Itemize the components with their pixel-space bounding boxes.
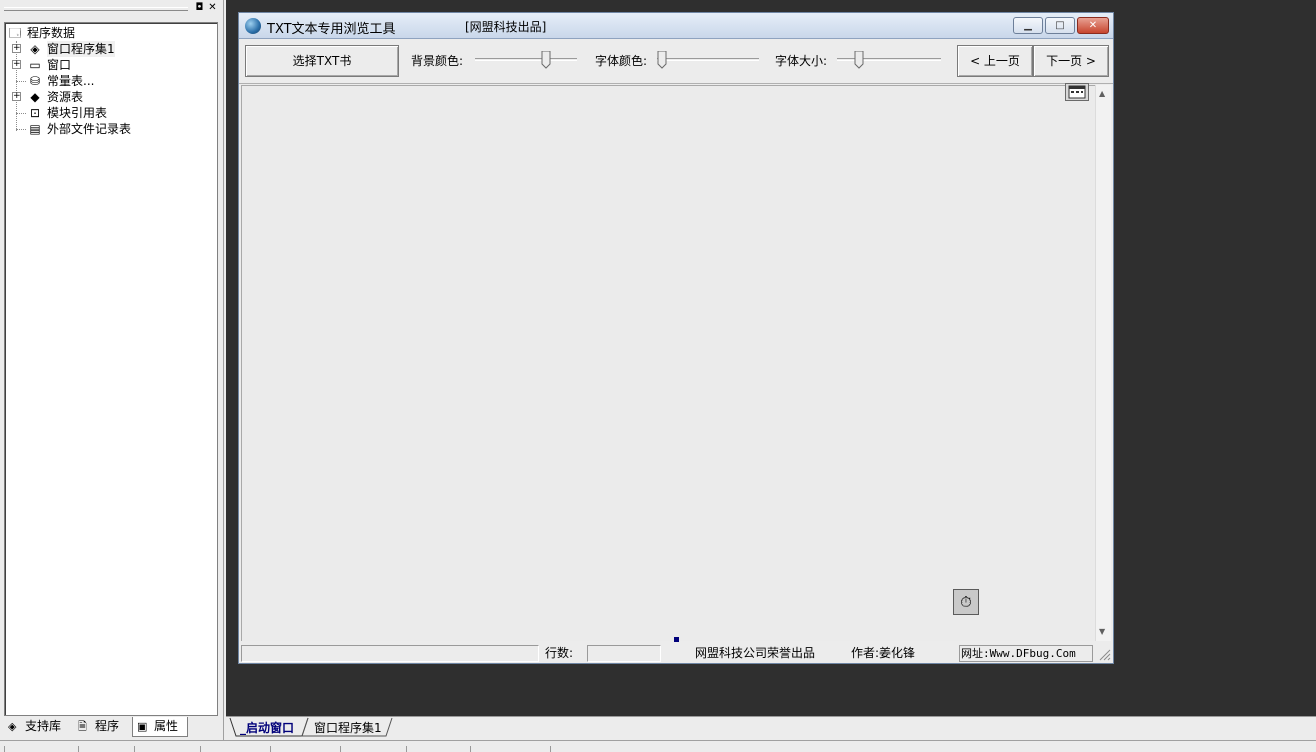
size-grip-icon[interactable] [1099,649,1111,661]
panel-drag-grip[interactable] [4,7,188,11]
scroll-down-icon[interactable]: ▼ [1099,627,1105,636]
window-icon: ▭ [29,58,41,72]
file-record-icon: ▤ [29,122,41,136]
status-bar: 行数: 网盟科技公司荣誉出品 作者:姜化锋 网址:Www.DFbug.Com [239,643,1113,663]
expand-icon[interactable]: + [12,60,21,69]
tab-properties[interactable]: ▣ 属性 [132,717,188,737]
strip-divider [134,746,135,752]
project-panel-tabs: ◈ 支持库 🗎 程序 ▣ 属性 [0,716,224,740]
panel-close-icon[interactable]: ✕ [207,3,218,14]
expand-icon[interactable]: + [12,44,21,53]
font-color-slider-track[interactable] [657,58,759,61]
timer-icon[interactable]: ⏱ [953,589,979,615]
tree-connector [16,129,26,130]
tree-connector [16,81,26,82]
status-cell-main [241,645,539,662]
tree-connector [16,113,26,114]
font-size-slider-thumb[interactable] [854,51,864,69]
minimize-icon[interactable]: ▁ [1013,17,1043,34]
calendar-widget-icon[interactable] [1065,83,1089,101]
program-icon: 🗎 [78,720,87,733]
lines-value [587,645,661,662]
next-page-button[interactable]: 下一页 > [1033,45,1109,77]
vertical-scrollbar[interactable]: ▲ ▼ [1095,85,1111,641]
lines-label: 行数: [545,646,574,660]
maximize-icon[interactable]: □ [1045,17,1075,34]
company-credit: 网盟科技公司荣誉出品 [695,646,816,660]
library-icon: ◈ [8,720,17,733]
tab-window-assembly[interactable]: 窗口程序集1 [314,719,382,737]
properties-icon: ▣ [137,720,148,733]
expand-icon[interactable]: + [12,92,21,101]
bg-color-label: 背景颜色: [411,54,464,68]
bg-color-slider-thumb[interactable] [541,51,551,69]
project-panel-titlebar[interactable]: ◘ ✕ [0,0,224,18]
tab-support-library[interactable]: ◈ 支持库 [4,717,74,737]
designer-window[interactable]: TXT文本专用浏览工具 [网盟科技出品] ▁ □ ✕ 选择TXT书 背景颜色: … [238,12,1114,664]
bg-color-slider-track[interactable] [475,58,577,61]
strip-divider [4,746,5,752]
font-color-slider-thumb[interactable] [657,51,667,69]
author-credit: 作者:姜化锋 [851,646,916,660]
document-tabs: _启动窗口 窗口程序集1 [226,716,1316,740]
font-size-label: 字体大小: [775,54,828,68]
font-size-slider-track[interactable] [837,58,941,61]
bottom-status-strip [0,740,1316,752]
strip-divider [200,746,201,752]
strip-divider [406,746,407,752]
tree-connector [16,41,17,131]
constants-icon: ⛁ [29,74,41,88]
tab-program[interactable]: 🗎 程序 [74,717,132,737]
project-tree[interactable]: 🗔 程序数据 + ◈ 窗口程序集1 + ▭ 窗口 ⛁ 常量表... + ◆ 资源… [4,22,218,716]
strip-divider [340,746,341,752]
font-color-label: 字体颜色: [595,54,648,68]
module-icon: ⊡ [29,106,41,120]
window-toolbar: 选择TXT书 背景颜色: 字体颜色: 字体大小: < 上一页 下一页 > [239,40,1113,84]
strip-divider [270,746,271,752]
strip-divider [78,746,79,752]
program-data-icon: 🗔 [8,26,22,40]
resize-handle[interactable] [674,637,679,642]
app-icon [245,18,261,34]
text-content-area[interactable] [241,85,1099,641]
resources-icon: ◆ [30,90,40,104]
layers-icon: ◈ [30,42,40,56]
strip-divider [550,746,551,752]
panel-restore-icon[interactable]: ◘ [194,3,205,14]
close-icon[interactable]: ✕ [1077,17,1109,34]
window-title: TXT文本专用浏览工具 [267,22,396,37]
strip-divider [470,746,471,752]
select-txt-button[interactable]: 选择TXT书 [245,45,399,77]
window-subtitle: [网盟科技出品] [465,20,547,34]
project-panel: ◘ ✕ 🗔 程序数据 + ◈ 窗口程序集1 + ▭ 窗口 ⛁ 常量表... + … [0,0,224,740]
window-titlebar[interactable]: TXT文本专用浏览工具 [网盟科技出品] ▁ □ ✕ [239,13,1113,39]
scroll-up-icon[interactable]: ▲ [1099,89,1105,98]
website-cell [959,645,1093,662]
tab-startup-window[interactable]: _启动窗口 [240,719,294,737]
prev-page-button[interactable]: < 上一页 [957,45,1033,77]
